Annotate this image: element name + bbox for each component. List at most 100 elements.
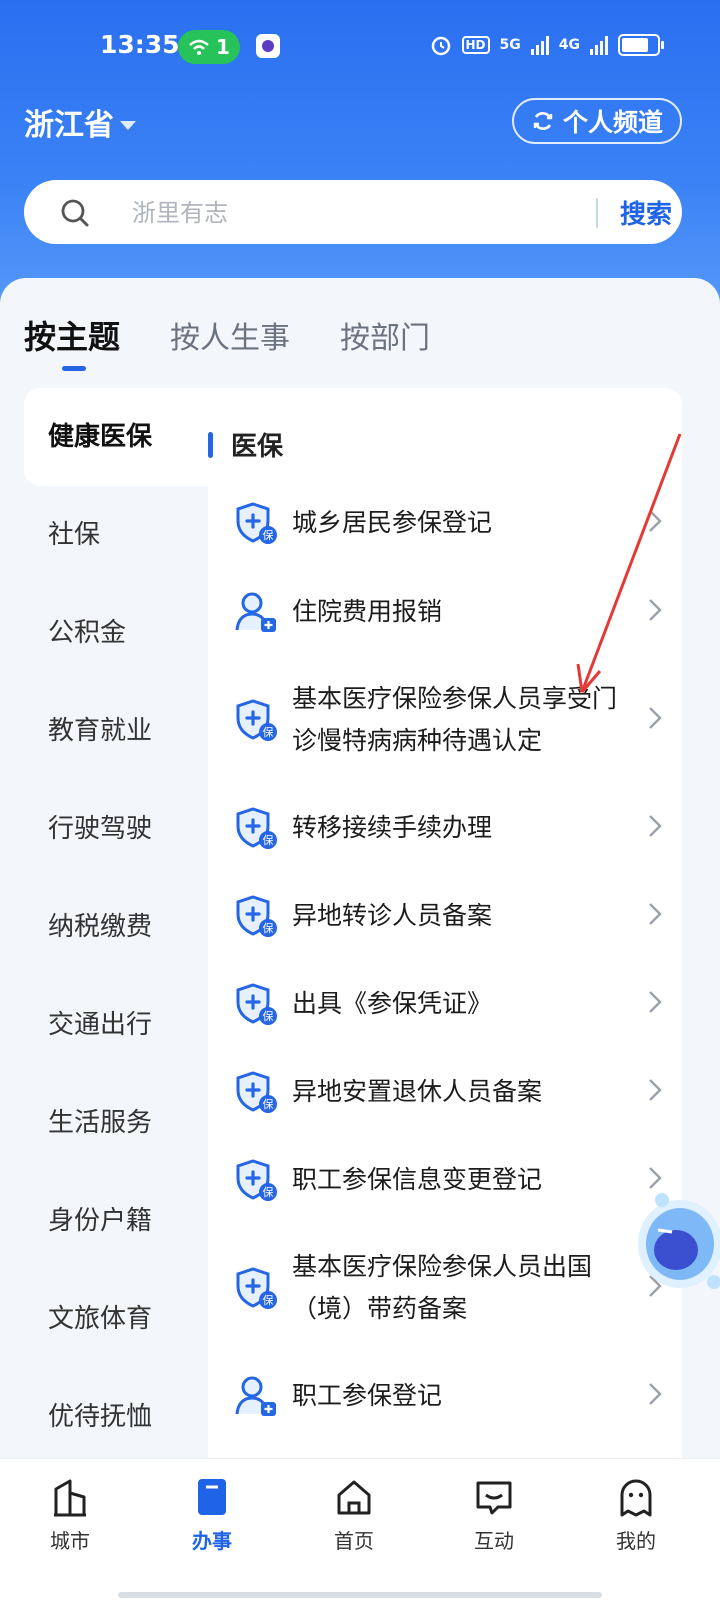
chat-icon [476,1481,512,1515]
nav-label: 办事 [192,1529,232,1553]
sidebar-item-education-employment[interactable]: 教育就业 [24,682,208,780]
app-notification-icon [256,34,280,58]
search-divider [596,198,598,228]
service-label: 出具《参保凭证》 [292,989,493,1018]
nav-label: 互动 [474,1529,514,1553]
caret-down-icon [120,120,136,130]
svg-text:保: 保 [263,1185,274,1199]
nav-label: 城市 [50,1529,90,1553]
shield-insurance-icon: 保 [234,894,278,938]
sidebar-item-life-services[interactable]: 生活服务 [24,1074,208,1172]
tab-by-theme[interactable]: 按主题 [24,312,120,358]
section-header: 医保 [208,426,283,463]
sidebar-item-driving[interactable]: 行驶驾驶 [24,780,208,878]
battery-icon [618,34,664,56]
sidebar-item-culture-sports[interactable]: 文旅体育 [24,1270,208,1368]
service-label: 转移接续手续办理 [292,813,493,842]
svg-text:保: 保 [263,1009,274,1023]
province-label: 浙江省 [24,108,114,143]
net2-label: 4G [558,37,580,53]
nav-label: 首页 [334,1529,374,1553]
sidebar-item-tax[interactable]: 纳税缴费 [24,878,208,976]
chevron-right-icon [648,1382,662,1410]
nav-affairs[interactable]: 办事 [162,1477,262,1554]
active-tab-indicator [62,366,86,371]
status-time: 13:35 [100,30,180,59]
chevron-right-icon [648,706,662,734]
service-item[interactable]: 保 出具《参保凭证》 [208,960,682,1048]
sidebar-item-preferential-care[interactable]: 优待抚恤 [24,1368,208,1466]
status-bar: 13:35 1 HD 5G 4G [0,0,720,96]
svg-text:保: 保 [263,528,274,542]
service-label: 职工参保登记 [292,1381,443,1410]
signal-icon [530,35,549,55]
wifi-count: 1 [216,35,230,59]
personal-channel-button[interactable]: 个人频道 [512,98,682,144]
service-label: 职工参保信息变更登记 [292,1165,543,1194]
hd-indicator: HD [461,36,490,54]
section-marker [208,431,213,458]
net1-label: 5G [499,37,521,53]
nav-interact[interactable]: 互动 [444,1477,544,1554]
status-right: HD 5G 4G [430,34,664,56]
shield-insurance-icon: 保 [234,982,278,1026]
search-input[interactable] [130,192,574,234]
sidebar-item-health-insurance[interactable]: 健康医保 [24,388,208,486]
alarm-icon [431,36,450,56]
topic-tabs: 按主题 按人生事 按部门 [24,312,480,358]
person-medical-icon [234,590,278,634]
home-icon [337,1480,371,1515]
city-icon [54,1479,86,1517]
affairs-icon [198,1479,226,1515]
svg-text:保: 保 [263,1293,274,1307]
svg-text:保: 保 [263,725,274,739]
tab-by-life-event[interactable]: 按人生事 [170,313,290,357]
service-item[interactable]: 保 异地转诊人员备案 [208,872,682,960]
svg-text:保: 保 [263,1097,274,1111]
svg-text:保: 保 [263,833,274,847]
chevron-right-icon [648,990,662,1018]
assistant-bot-icon[interactable] [628,1186,720,1306]
search-button[interactable]: 搜索 [620,194,672,231]
province-selector[interactable]: 浙江省 [24,100,136,144]
shield-insurance-icon: 保 [234,501,278,545]
channel-label: 个人频道 [562,108,663,137]
shield-insurance-icon: 保 [234,1266,278,1310]
home-indicator[interactable] [118,1592,602,1598]
profile-icon [620,1479,652,1517]
search-bar: 搜索 [24,180,682,244]
wifi-indicator: 1 [178,30,240,64]
shield-insurance-icon: 保 [234,1158,278,1202]
service-item[interactable]: 保 异地安置退休人员备案 [208,1048,682,1136]
shield-insurance-icon: 保 [234,806,278,850]
sidebar-item-transport[interactable]: 交通出行 [24,976,208,1074]
chevron-right-icon [648,902,662,930]
shield-insurance-icon: 保 [234,1070,278,1114]
service-label: 基本医疗保险参保人员出国（境）带药备案 [292,1252,593,1323]
sidebar-item-social-security[interactable]: 社保 [24,486,208,584]
sidebar-item-housing-fund[interactable]: 公积金 [24,584,208,682]
service-item[interactable]: 职工参保登记 [208,1352,682,1440]
tab-by-department[interactable]: 按部门 [340,313,430,357]
person-medical-icon [234,1374,278,1418]
chevron-right-icon [648,1078,662,1106]
sidebar-item-household[interactable]: 身份户籍 [24,1172,208,1270]
nav-home[interactable]: 首页 [304,1477,404,1554]
service-item[interactable]: 保 职工参保信息变更登记 [208,1136,682,1224]
annotation-arrow-icon [576,433,682,693]
category-sidebar: 健康医保 社保 公积金 教育就业 行驶驾驶 纳税缴费 交通出行 生活服务 身份户… [24,388,208,1466]
nav-city[interactable]: 城市 [20,1477,120,1554]
service-item[interactable]: 保 转移接续手续办理 [208,784,682,872]
bottom-navigation: 城市 办事 首页 互动 我的 [0,1458,720,1601]
nav-profile[interactable]: 我的 [586,1477,686,1554]
service-item[interactable]: 保 基本医疗保险参保人员出国（境）带药备案 [208,1224,682,1352]
refresh-icon [533,112,553,130]
search-icon [61,199,89,227]
wifi-icon [189,39,209,55]
service-label: 异地转诊人员备案 [292,901,493,930]
service-label: 异地安置退休人员备案 [292,1077,543,1106]
nav-label: 我的 [616,1529,656,1553]
section-title: 医保 [231,432,284,462]
shield-insurance-icon: 保 [234,698,278,742]
svg-text:保: 保 [263,921,274,935]
